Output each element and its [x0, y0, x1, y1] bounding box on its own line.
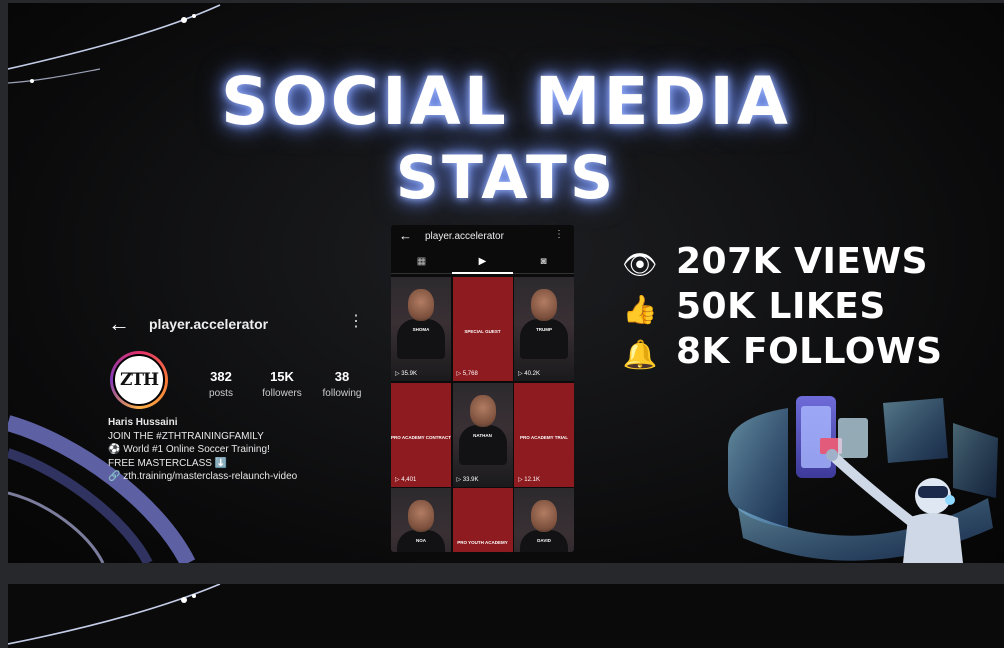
reel-thumbnail[interactable]: NOA	[391, 488, 451, 552]
reel-caption: DAVID	[537, 538, 551, 543]
tagged-icon[interactable]: ◙	[513, 253, 574, 272]
reel-caption: TRUMP	[536, 327, 552, 332]
zth-logo: ZTH	[119, 370, 159, 390]
reels-icon[interactable]: ▶	[452, 253, 513, 274]
posts-value: 382	[210, 369, 232, 384]
reel-person-face	[531, 500, 557, 532]
reel-caption: PRO YOUTH ACADEMY	[457, 540, 508, 545]
profile-tabs: ▦ ▶ ◙	[391, 253, 574, 274]
phone-reels-screen: ← player.accelerator ⋮ ▦ ▶ ◙ SHOMA ▷ 35.9…	[391, 225, 574, 552]
followers-value: 15K	[270, 369, 294, 384]
reel-person-face	[408, 500, 434, 532]
title-line-2: STATS	[395, 143, 617, 213]
reel-thumbnail[interactable]: PRO YOUTH ACADEMY	[452, 488, 513, 552]
following-label: following	[322, 388, 362, 399]
reel-person-face	[531, 289, 557, 321]
thumbs-up-icon: 👍	[622, 294, 658, 325]
light-swoosh-decoration-2	[8, 584, 221, 645]
stat-follows-text: 8K FOLLOWS	[676, 331, 943, 372]
eye-icon: 👁	[622, 249, 658, 280]
reel-caption: NATHAN	[473, 432, 492, 438]
stat-views-text: 207K VIEWS	[676, 241, 929, 282]
phone-more-options-icon[interactable]: ⋮	[554, 229, 564, 240]
profile-bio: Haris Hussaini JOIN THE #ZTHTRAININGFAMI…	[108, 416, 297, 484]
reel-person-body	[397, 319, 445, 359]
grid-icon[interactable]: ▦	[391, 253, 452, 272]
posts-label: posts	[209, 388, 233, 399]
following-value: 38	[334, 369, 350, 384]
followers-count[interactable]: 15K followers	[252, 369, 312, 399]
reels-grid: SHOMA ▷ 35.9K SPECIAL GUEST ▷ 5,768 TRUMP ▷ 4…	[391, 277, 574, 552]
bio-line-2: ⚽ World #1 Online Soccer Training!	[108, 444, 270, 455]
profile-header: ← player.accelerator ⋮	[108, 311, 368, 339]
reel-thumbnail[interactable]: PRO ACADEMY TRIAL ▷ 12.1K	[514, 382, 574, 487]
bio-link[interactable]: zth.training/masterclass-relaunch-video	[123, 471, 297, 482]
reel-view-count: ▷ 5,768	[456, 371, 478, 377]
avatar[interactable]: ZTH	[110, 351, 168, 409]
bell-icon: 🔔	[622, 339, 658, 370]
profile-username: player.accelerator	[149, 316, 269, 332]
reel-person-face	[469, 394, 496, 427]
link-icon: 🔗	[108, 471, 121, 482]
bio-name: Haris Hussaini	[108, 417, 178, 428]
followers-label: followers	[262, 388, 302, 399]
reel-view-count: ▷ 4,401	[395, 476, 417, 483]
bio-link-row[interactable]: 🔗 zth.training/masterclass-relaunch-vide…	[108, 470, 297, 484]
reel-thumbnail[interactable]: DAVID	[514, 488, 574, 552]
reel-view-count: ▷ 12.1K	[518, 476, 540, 483]
phone-header: ← player.accelerator ⋮	[391, 225, 574, 247]
reel-person-body	[520, 319, 568, 359]
back-arrow-icon[interactable]: ←	[108, 313, 130, 335]
phone-back-arrow-icon[interactable]: ←	[399, 228, 412, 243]
more-options-icon[interactable]: ⋮	[348, 313, 364, 331]
robot-hologram-illustration	[728, 396, 998, 563]
reel-view-count: ▷ 40.2K	[518, 371, 540, 377]
reel-view-count: ▷ 33.9K	[456, 476, 479, 483]
following-count[interactable]: 38 following	[312, 369, 372, 399]
bio-line-1: JOIN THE #ZTHTRAININGFAMILY	[108, 430, 264, 442]
reel-view-count: ▷ 35.9K	[395, 371, 417, 377]
reel-person-face	[408, 289, 434, 321]
phone-username: player.accelerator	[425, 231, 504, 242]
reel-caption: NOA	[416, 538, 426, 543]
stat-likes-text: 50K LIKES	[676, 286, 886, 327]
bio-line-3: FREE MASTERCLASS ⬇️	[108, 457, 228, 469]
instagram-profile-card: ← player.accelerator ⋮ ZTH 382 posts 15K…	[108, 311, 378, 491]
reel-thumbnail[interactable]: SHOMA ▷ 35.9K	[391, 277, 451, 381]
reel-thumbnail[interactable]: PRO ACADEMY CONTRACT ▷ 4,401	[391, 382, 451, 487]
slide-next	[8, 584, 1004, 648]
reel-caption: PRO ACADEMY CONTRACT	[391, 434, 451, 440]
reel-caption: PRO ACADEMY TRIAL	[519, 434, 568, 440]
reel-thumbnail[interactable]: SPECIAL GUEST ▷ 5,768	[452, 277, 513, 381]
title-line-1: SOCIAL MEDIA	[221, 63, 791, 140]
slide-main: SOCIAL MEDIA STATS ← player.accelerator …	[8, 3, 1004, 563]
reel-thumbnail[interactable]: NATHAN ▷ 33.9K	[452, 382, 513, 487]
posts-count[interactable]: 382 posts	[191, 369, 251, 399]
reel-caption: SHOMA	[412, 327, 430, 332]
reel-person-body	[458, 424, 507, 465]
reel-thumbnail[interactable]: TRUMP ▷ 40.2K	[514, 277, 574, 381]
reel-caption: SPECIAL GUEST	[464, 329, 501, 334]
avatar-logo: ZTH	[113, 354, 165, 406]
